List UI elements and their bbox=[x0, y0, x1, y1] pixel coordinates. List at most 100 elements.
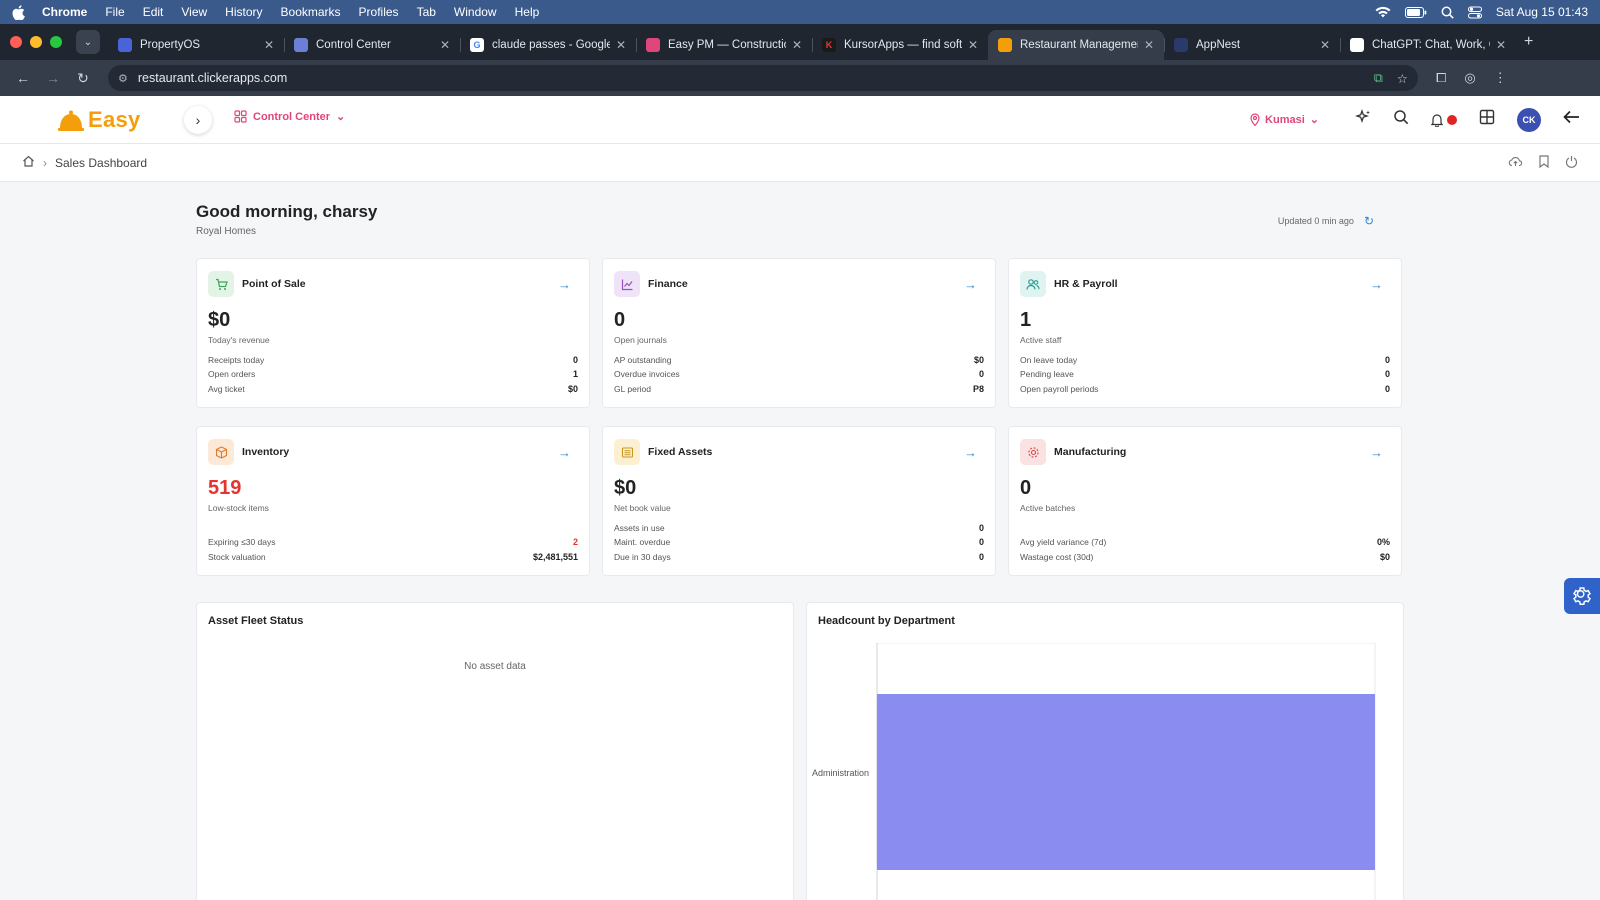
home-icon[interactable] bbox=[22, 155, 35, 170]
forward-icon[interactable]: → bbox=[42, 70, 64, 86]
menu-edit[interactable]: Edit bbox=[143, 5, 164, 19]
card-header: Finance bbox=[614, 271, 984, 297]
browser-tab[interactable]: ChatGPT: Chat, Work, Cr ✕ bbox=[1340, 30, 1516, 60]
reload-icon[interactable]: ↻ bbox=[72, 70, 94, 87]
menu-app-name[interactable]: Chrome bbox=[42, 5, 87, 19]
close-tab-icon[interactable]: ✕ bbox=[440, 38, 450, 52]
close-tab-icon[interactable]: ✕ bbox=[616, 38, 626, 52]
sidebar-toggle-button[interactable]: › bbox=[184, 106, 212, 134]
spotlight-search-icon[interactable] bbox=[1441, 6, 1454, 19]
browser-tab[interactable]: Restaurant Management ✕ bbox=[988, 30, 1164, 60]
settings-button[interactable] bbox=[1564, 578, 1600, 614]
module-switcher[interactable]: Control Center ⌄ bbox=[234, 110, 345, 123]
close-tab-icon[interactable]: ✕ bbox=[968, 38, 978, 52]
minimize-window-button[interactable] bbox=[30, 36, 42, 48]
close-tab-icon[interactable]: ✕ bbox=[1320, 38, 1330, 52]
metric-label: On leave today bbox=[1020, 354, 1078, 365]
metric-row: Expiring ≤30 days 2 bbox=[208, 535, 578, 550]
zoom-window-button[interactable] bbox=[50, 36, 62, 48]
card-value: 1 bbox=[1020, 309, 1032, 331]
battery-icon[interactable] bbox=[1404, 6, 1427, 18]
new-tab-button[interactable]: + bbox=[1524, 33, 1533, 51]
metric-label: AP outstanding bbox=[614, 354, 672, 365]
power-icon[interactable] bbox=[1565, 155, 1578, 171]
refresh-icon[interactable]: ↻ bbox=[1364, 214, 1374, 228]
card-caption: Active batches bbox=[1020, 503, 1076, 513]
metric-label: Open payroll periods bbox=[1020, 383, 1099, 394]
card-caption: Open journals bbox=[614, 335, 667, 345]
metric-label: Due in 30 days bbox=[614, 551, 671, 562]
url-text[interactable]: restaurant.clickerapps.com bbox=[138, 71, 287, 85]
kpi-card: HR & Payroll → 1 Active staff On leave t… bbox=[1008, 258, 1402, 408]
tab-favicon-icon: G bbox=[470, 38, 484, 52]
metric-label: Receipts today bbox=[208, 354, 265, 365]
window-controls bbox=[10, 36, 62, 48]
headcount-chart: Administration bbox=[812, 643, 1376, 900]
profile-icon[interactable]: ◎ bbox=[1464, 70, 1475, 86]
arrow-left-icon[interactable] bbox=[1563, 110, 1580, 129]
metric-label: Expiring ≤30 days bbox=[208, 537, 276, 548]
arrow-right-icon[interactable]: → bbox=[558, 277, 571, 292]
app-logo[interactable]: Easy bbox=[58, 107, 141, 133]
bookmark-icon[interactable] bbox=[1539, 154, 1549, 171]
chevron-down-icon: ⌄ bbox=[83, 36, 93, 48]
menu-window[interactable]: Window bbox=[454, 5, 497, 19]
menubar-clock[interactable]: Sat Aug 15 01:43 bbox=[1496, 5, 1588, 19]
close-tab-icon[interactable]: ✕ bbox=[792, 38, 802, 52]
avatar[interactable]: CK bbox=[1517, 107, 1541, 132]
arrow-right-icon[interactable]: → bbox=[964, 277, 977, 292]
arrow-right-icon[interactable]: → bbox=[558, 445, 571, 460]
menu-tab[interactable]: Tab bbox=[417, 5, 436, 19]
menu-view[interactable]: View bbox=[181, 5, 207, 19]
browser-tab[interactable]: Control Center ✕ bbox=[284, 30, 460, 60]
browser-tab[interactable]: AppNest ✕ bbox=[1164, 30, 1340, 60]
close-tab-icon[interactable]: ✕ bbox=[1496, 38, 1506, 52]
browser-tab[interactable]: Easy PM — Construction ✕ bbox=[636, 30, 812, 60]
kpi-card: Finance → 0 Open journals AP outstanding… bbox=[602, 258, 996, 408]
location-selector[interactable]: Kumasi ⌄ bbox=[1250, 113, 1319, 126]
install-app-icon[interactable]: ⧉ bbox=[1374, 71, 1383, 86]
tab-favicon-icon bbox=[646, 38, 660, 52]
browser-tab[interactable]: PropertyOS ✕ bbox=[108, 30, 284, 60]
address-bar[interactable]: ⚙ restaurant.clickerapps.com ⧉ ☆ bbox=[108, 65, 1418, 91]
metric-row: Receipts today 0 bbox=[208, 353, 578, 368]
apps-grid-icon[interactable] bbox=[1479, 109, 1495, 130]
notifications-button[interactable] bbox=[1431, 113, 1457, 127]
close-tab-icon[interactable]: ✕ bbox=[1144, 38, 1154, 52]
menu-file[interactable]: File bbox=[105, 5, 124, 19]
wifi-icon[interactable] bbox=[1375, 6, 1391, 18]
site-info-icon[interactable]: ⚙ bbox=[118, 72, 128, 85]
arrow-right-icon[interactable]: → bbox=[964, 445, 977, 460]
metric-value: 0 bbox=[1384, 354, 1390, 365]
more-menu-icon[interactable]: ⋮ bbox=[1494, 70, 1507, 86]
back-icon[interactable]: ← bbox=[12, 70, 34, 86]
arrow-right-icon[interactable]: → bbox=[1370, 445, 1383, 460]
close-window-button[interactable] bbox=[10, 36, 22, 48]
arrow-right-icon[interactable]: → bbox=[1370, 277, 1383, 292]
menu-help[interactable]: Help bbox=[515, 5, 540, 19]
card-title: Finance bbox=[648, 278, 688, 290]
last-updated: Updated 0 min ago ↻ bbox=[1278, 214, 1374, 228]
menu-profiles[interactable]: Profiles bbox=[359, 5, 399, 19]
metric-label: Wastage cost (30d) bbox=[1020, 551, 1094, 562]
control-center-icon[interactable] bbox=[1467, 6, 1482, 19]
upload-cloud-icon[interactable] bbox=[1508, 155, 1523, 171]
tab-search-button[interactable]: ⌄ bbox=[76, 30, 100, 54]
bookmark-star-icon[interactable]: ☆ bbox=[1397, 71, 1408, 86]
company-name: Royal Homes bbox=[196, 226, 257, 237]
close-tab-icon[interactable]: ✕ bbox=[264, 38, 274, 52]
ai-sparkle-icon[interactable] bbox=[1355, 109, 1371, 130]
chart-panels: Asset Fleet Status No asset data Headcou… bbox=[196, 602, 1404, 900]
menu-bookmarks[interactable]: Bookmarks bbox=[281, 5, 341, 19]
browser-tab[interactable]: Gclaude passes - Google S ✕ bbox=[460, 30, 636, 60]
card-metrics: Receipts today 0 Open orders 1 Avg ticke… bbox=[208, 353, 578, 397]
metric-row: AP outstanding $0 bbox=[614, 353, 984, 368]
updated-label: Updated 0 min ago bbox=[1277, 216, 1354, 226]
apple-icon[interactable] bbox=[12, 4, 26, 20]
browser-tab[interactable]: K KursorApps — find softw ✕ bbox=[812, 30, 988, 60]
chart-icon bbox=[614, 271, 640, 297]
menu-history[interactable]: History bbox=[225, 5, 262, 19]
extensions-icon[interactable]: ⧠ bbox=[1436, 70, 1446, 86]
metric-label: Avg yield variance (7d) bbox=[1020, 537, 1107, 548]
search-icon[interactable] bbox=[1393, 109, 1409, 130]
